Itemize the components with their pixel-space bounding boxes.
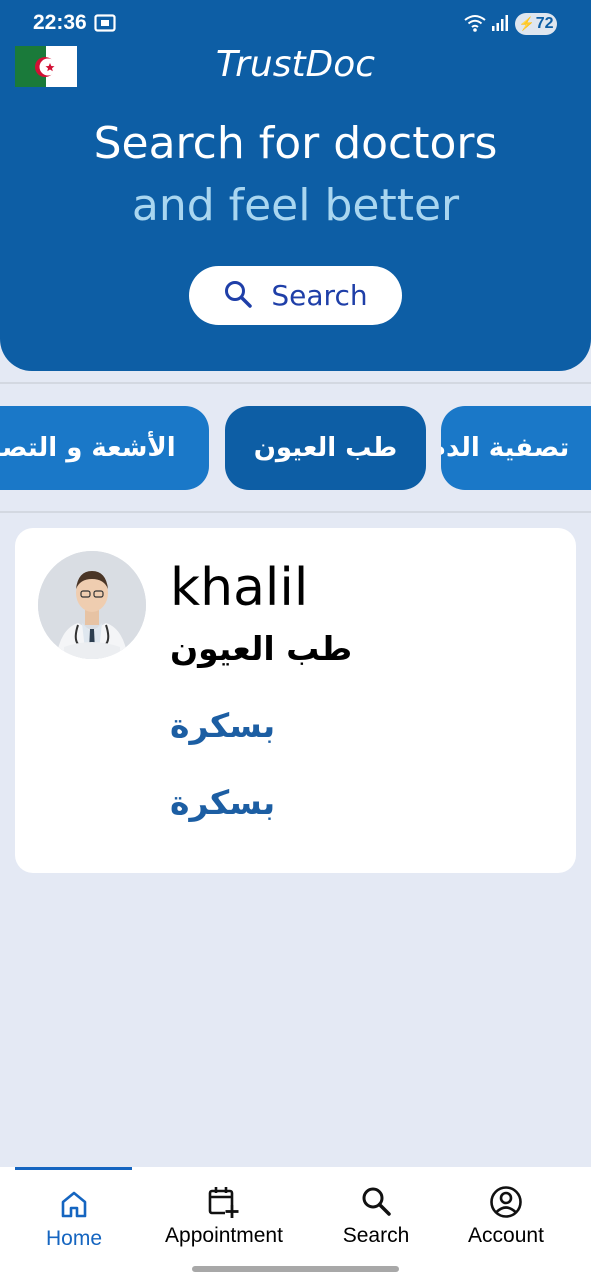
divider (0, 511, 591, 513)
hero-subheadline: and feel better (131, 180, 460, 231)
doctor-avatar (38, 551, 146, 659)
doctor-name: khalil (170, 558, 309, 618)
status-time: 22:36 (33, 11, 87, 34)
nav-home-label: Home (45, 1227, 103, 1250)
bottom-navigation: Home Appointment Search Account (0, 1167, 591, 1280)
screenshot-icon (94, 13, 116, 37)
nav-home[interactable]: Home (14, 1167, 134, 1267)
nav-appointment[interactable]: Appointment (154, 1167, 294, 1267)
nav-account-label: Account (468, 1224, 544, 1247)
wifi-icon (463, 13, 487, 37)
nav-search[interactable]: Search (326, 1167, 426, 1267)
home-icon (59, 1189, 89, 1223)
category-chip-label: تصفية الدم (441, 433, 570, 463)
search-button[interactable]: Search (189, 266, 402, 325)
nav-search-label: Search (342, 1224, 410, 1247)
doctor-city: بسكرة (170, 706, 276, 745)
category-chips: الأشعة و التصوير طب العيون تصفية الدم (0, 406, 591, 490)
search-button-label: Search (271, 279, 368, 312)
battery-level: 72 (535, 15, 554, 32)
calendar-add-icon (207, 1185, 241, 1223)
category-chip-label: الأشعة و التصوير (0, 433, 176, 463)
nav-account[interactable]: Account (456, 1167, 556, 1267)
search-icon (223, 279, 253, 313)
divider (0, 382, 591, 384)
battery-indicator: ⚡ 72 (515, 13, 557, 35)
doctor-card[interactable]: khalil طب العيون بسكرة بسكرة (15, 528, 576, 873)
account-icon (489, 1185, 523, 1223)
status-bar: 22:36 ⚡ 72 (0, 0, 591, 46)
search-icon (360, 1185, 392, 1221)
hero-headline: Search for doctors (93, 118, 498, 169)
header: 22:36 ⚡ 72 TrustDoc Search for doctors a… (0, 0, 591, 371)
category-chip-dialysis[interactable]: تصفية الدم (441, 406, 591, 490)
doctor-location: بسكرة (170, 783, 276, 822)
category-chip-radiology[interactable]: الأشعة و التصوير (0, 406, 209, 490)
signal-icon (491, 14, 509, 36)
category-chip-label: طب العيون (253, 433, 398, 463)
nav-appointment-label: Appointment (165, 1224, 283, 1247)
app-title: TrustDoc (215, 44, 376, 85)
category-chip-ophthalmology[interactable]: طب العيون (225, 406, 426, 490)
gesture-home-bar[interactable] (192, 1266, 399, 1272)
doctor-specialty: طب العيون (170, 629, 353, 668)
charging-icon: ⚡ (518, 16, 535, 31)
